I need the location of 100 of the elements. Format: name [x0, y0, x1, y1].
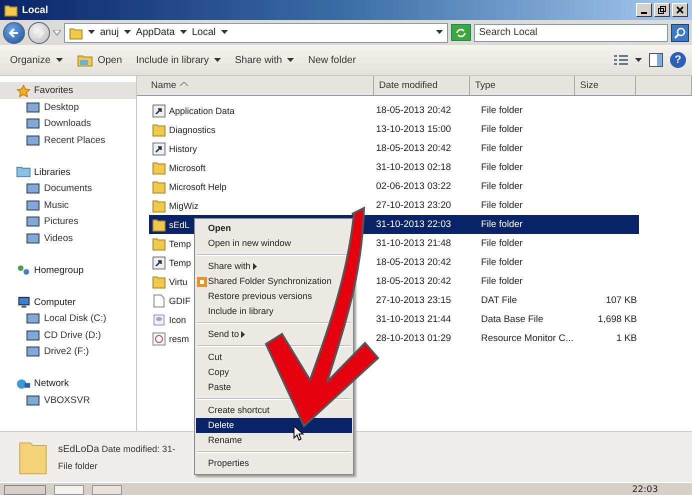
search-button[interactable] — [671, 24, 689, 42]
sidebar-item[interactable]: Local Disk (C:) — [0, 310, 136, 327]
file-name[interactable]: sEdL — [169, 220, 190, 230]
sidebar-item[interactable]: Pictures — [0, 214, 136, 230]
date-cell: 28-10-2013 01:29 — [376, 333, 452, 344]
sidebar-item[interactable]: Libraries — [0, 164, 136, 180]
caret-icon — [180, 30, 187, 35]
toolbar-button[interactable]: New folder — [304, 52, 360, 68]
size-cell: 107 KB — [606, 295, 637, 306]
sidebar-item[interactable]: Homegroup — [0, 262, 136, 278]
sidebar-item[interactable]: Favorites — [0, 82, 136, 99]
details-meta: Date modified: 31- — [102, 444, 176, 454]
file-name[interactable]: Microsoft — [169, 162, 206, 172]
menu-item[interactable]: Paste — [196, 380, 236, 395]
file-name[interactable]: Application Data — [169, 106, 235, 116]
column-header[interactable]: Size — [575, 76, 636, 95]
file-name[interactable]: Icon — [169, 314, 186, 324]
database-icon — [152, 312, 166, 326]
menu-item[interactable]: Create shortcut — [196, 403, 274, 418]
menu-item[interactable]: Rename — [196, 433, 246, 448]
date-cell: 31-10-2013 02:18 — [376, 162, 452, 173]
restore-icon — [658, 6, 666, 14]
sidebar-group-label: Computer — [34, 296, 76, 308]
menu-item[interactable]: Include in library — [196, 304, 278, 319]
file-name[interactable]: Temp — [169, 238, 192, 248]
toolbar-button[interactable]: Organize — [6, 52, 67, 68]
minimize-button[interactable] — [636, 3, 652, 17]
file-name[interactable]: MigWiz — [169, 200, 198, 210]
file-name[interactable]: History — [169, 144, 198, 154]
file-name[interactable]: Virtu — [169, 276, 188, 286]
menu-item[interactable]: Copy — [196, 365, 234, 380]
menu-item[interactable]: Shared Folder Synchronization — [196, 274, 336, 289]
date-cell: 31-10-2013 22:03 — [376, 219, 452, 230]
sidebar-item[interactable]: Videos — [0, 230, 136, 246]
sidebar-item[interactable]: Documents — [0, 180, 136, 197]
date-cell: 18-05-2013 20:42 — [376, 276, 452, 287]
type-cell: File folder — [481, 181, 523, 192]
close-button[interactable] — [672, 3, 688, 17]
sidebar-item[interactable]: Recent Places — [0, 132, 136, 148]
menu-item[interactable]: Send to — [196, 327, 244, 342]
sidebar-item[interactable]: Network — [0, 375, 136, 392]
file-name[interactable]: GDIF — [169, 296, 190, 306]
sidebar-item[interactable]: CD Drive (D:) — [0, 327, 136, 344]
toolbar-button[interactable]: Open — [72, 51, 126, 69]
sidebar-item[interactable]: Drive2 (F:) — [0, 344, 136, 360]
toolbar-button[interactable]: Share with — [230, 52, 298, 68]
details-type: File folder — [58, 460, 99, 470]
date-cell: 18-05-2013 20:42 — [376, 105, 452, 116]
sidebar-item[interactable]: Computer — [0, 294, 136, 310]
start-button[interactable] — [4, 485, 46, 495]
forward-button[interactable] — [28, 22, 50, 44]
breadcrumb[interactable]: Local — [192, 27, 216, 38]
menu-item[interactable]: Cut — [196, 350, 226, 365]
menu-item[interactable]: Properties — [196, 456, 254, 471]
caret-icon — [220, 30, 228, 35]
type-cell: File folder — [481, 162, 523, 173]
date-cell: 18-05-2013 20:42 — [376, 143, 452, 154]
file-name[interactable]: Diagnostics — [169, 124, 216, 134]
breadcrumb[interactable]: anuj — [100, 27, 119, 38]
breadcrumb[interactable]: AppData — [136, 27, 175, 38]
sidebar-item[interactable]: Desktop — [0, 99, 136, 116]
menu-item[interactable]: Restore previous versions — [196, 289, 316, 304]
refresh-button[interactable] — [451, 24, 471, 41]
address-field[interactable]: anuj AppData Local — [64, 22, 448, 42]
folder-icon — [152, 236, 166, 250]
toolbar-button[interactable]: Include in library — [132, 52, 225, 68]
dropdown-caret-icon[interactable] — [635, 58, 642, 62]
file-name[interactable]: Temp — [169, 258, 192, 268]
shortcut-icon — [152, 104, 166, 118]
help-button[interactable]: ? — [670, 52, 686, 68]
date-cell: 18-05-2013 20:42 — [376, 257, 452, 268]
column-header[interactable]: Type — [470, 76, 575, 95]
caret-icon — [88, 30, 95, 35]
dropdown-caret-icon[interactable] — [436, 30, 443, 35]
file-icon — [152, 294, 166, 308]
taskbar-button[interactable] — [54, 485, 84, 495]
type-cell: File folder — [481, 219, 523, 230]
type-cell: File folder — [481, 124, 523, 135]
type-cell: File folder — [481, 200, 523, 211]
sidebar-item[interactable]: Downloads — [0, 116, 136, 132]
date-cell: 27-10-2013 23:15 — [376, 295, 452, 306]
menu-item[interactable]: Share with — [196, 259, 255, 274]
folder-icon — [152, 160, 166, 174]
menu-item[interactable]: Open — [196, 221, 236, 236]
back-button[interactable] — [3, 22, 25, 44]
column-header[interactable]: Date modified — [374, 76, 470, 95]
menu-item[interactable]: Delete — [196, 418, 352, 433]
sidebar-item[interactable]: VBOXSVR — [0, 392, 136, 408]
menu-item[interactable]: Open in new window — [196, 236, 296, 251]
sidebar-item[interactable]: Music — [0, 197, 136, 214]
view-list-icon[interactable] — [613, 53, 629, 67]
column-header[interactable]: Name — [137, 76, 374, 95]
search-field[interactable]: Search Local — [474, 24, 668, 42]
preview-pane-icon[interactable] — [648, 52, 664, 68]
type-cell: Data Base File — [481, 314, 544, 325]
date-cell: 02-06-2013 03:22 — [376, 181, 452, 192]
file-name[interactable]: Microsoft Help — [169, 182, 227, 192]
back-arrow-icon — [8, 26, 20, 38]
restore-button[interactable] — [654, 3, 670, 17]
file-name[interactable]: resm — [169, 334, 189, 344]
